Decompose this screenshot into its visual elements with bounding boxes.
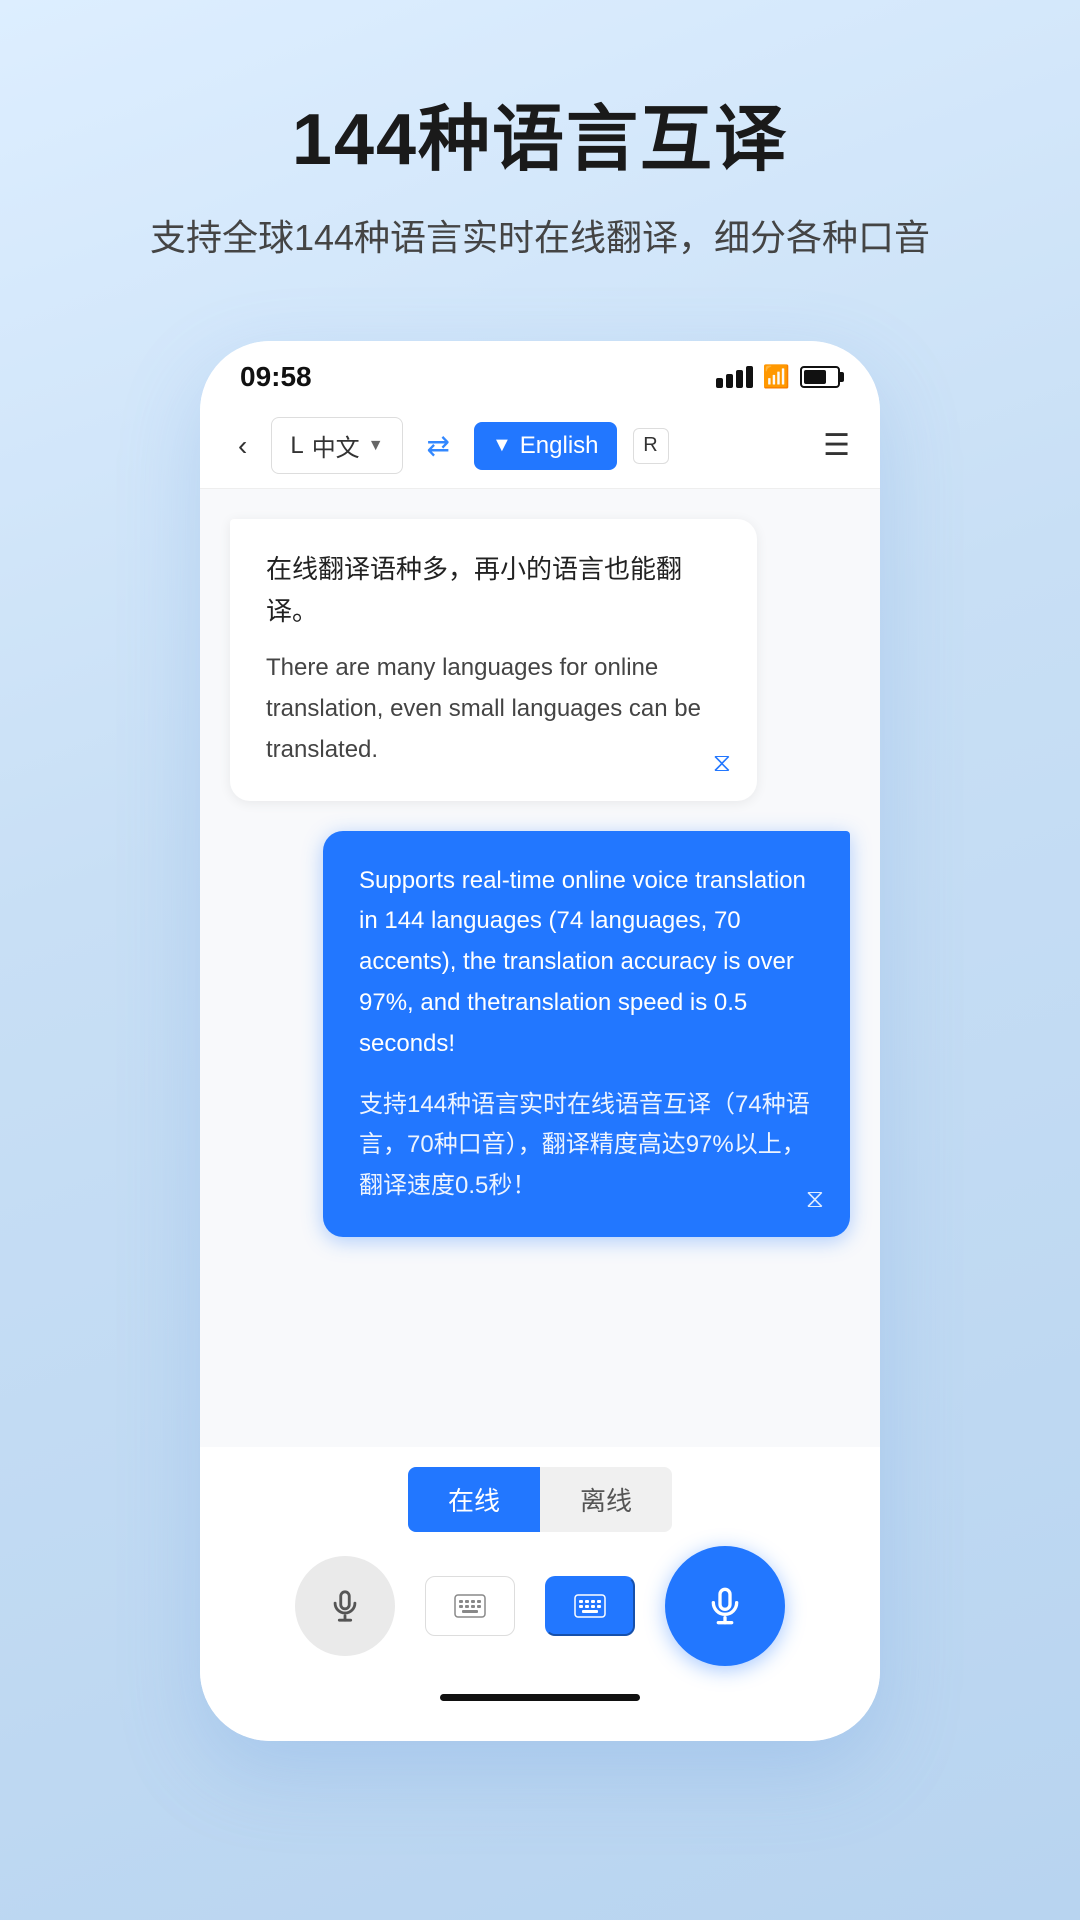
right-language-button[interactable]: ▼ English (474, 422, 617, 470)
action-row (230, 1546, 850, 1666)
toolbar: ‹ L 中文 ▼ ⇄ ▼ English R ☰ (200, 403, 880, 489)
keyboard-button-left[interactable] (425, 1576, 515, 1636)
bubble-left: 在线翻译语种多，再小的语言也能翻译。 There are many langua… (230, 519, 757, 801)
microphone-icon (328, 1589, 362, 1623)
chat-area: 在线翻译语种多，再小的语言也能翻译。 There are many langua… (200, 489, 880, 1447)
left-lang-label: 中文 (312, 428, 360, 463)
mic-button-gray[interactable] (295, 1556, 395, 1656)
keyboard-icon-left (454, 1594, 486, 1618)
mode-row: 在线 离线 (230, 1467, 850, 1532)
bottom-controls: 在线 离线 (200, 1447, 880, 1741)
chevron-down-icon: ▼ (368, 437, 384, 455)
left-bubble-text-en: There are many languages for online tran… (266, 648, 721, 770)
status-icons: 📶 (716, 364, 840, 390)
status-bar: 09:58 📶 (200, 341, 880, 403)
status-time: 09:58 (240, 361, 312, 393)
back-button[interactable]: ‹ (230, 430, 255, 462)
swap-languages-button[interactable]: ⇄ (419, 429, 458, 462)
left-language-button[interactable]: L 中文 ▼ (271, 417, 402, 474)
bubble-right: Supports real-time online voice translat… (323, 831, 850, 1237)
right-lang-suffix: R (643, 434, 657, 457)
right-bubble-text-en: Supports real-time online voice translat… (359, 861, 814, 1065)
left-bubble-text-zh: 在线翻译语种多，再小的语言也能翻译。 (266, 549, 721, 632)
flag-icon: ▼ (492, 434, 512, 457)
page-title: 144种语言互译 (292, 80, 788, 185)
phone-shell: 09:58 📶 ‹ L 中文 ▼ ⇄ ▼ English R ☰ (200, 341, 880, 1741)
keyboard-button-right[interactable] (545, 1576, 635, 1636)
page-subtitle: 支持全球144种语言实时在线翻译，细分各种口音 (150, 209, 930, 261)
keyboard-icon-right (574, 1594, 606, 1618)
right-bubble-text-zh: 支持144种语言实时在线语音互译（74种语言，70种口音），翻译精度高达97%以… (359, 1085, 814, 1207)
mode-online-button[interactable]: 在线 (408, 1467, 540, 1532)
mic-button-blue[interactable] (665, 1546, 785, 1666)
left-lang-prefix: L (290, 432, 303, 460)
right-lang-label: English (520, 432, 599, 460)
wifi-icon: 📶 (763, 364, 790, 390)
signal-icon (716, 366, 753, 388)
microphone-icon-blue (705, 1586, 745, 1626)
right-lang-suffix-button[interactable]: R (633, 428, 669, 464)
home-indicator (440, 1694, 640, 1701)
keyboard-row (425, 1576, 635, 1636)
menu-button[interactable]: ☰ (823, 428, 850, 463)
battery-icon (800, 366, 840, 388)
sound-icon-right[interactable]: ⧖ (806, 1183, 824, 1215)
sound-icon[interactable]: ⧖ (713, 747, 731, 779)
mode-offline-button[interactable]: 离线 (540, 1467, 672, 1532)
